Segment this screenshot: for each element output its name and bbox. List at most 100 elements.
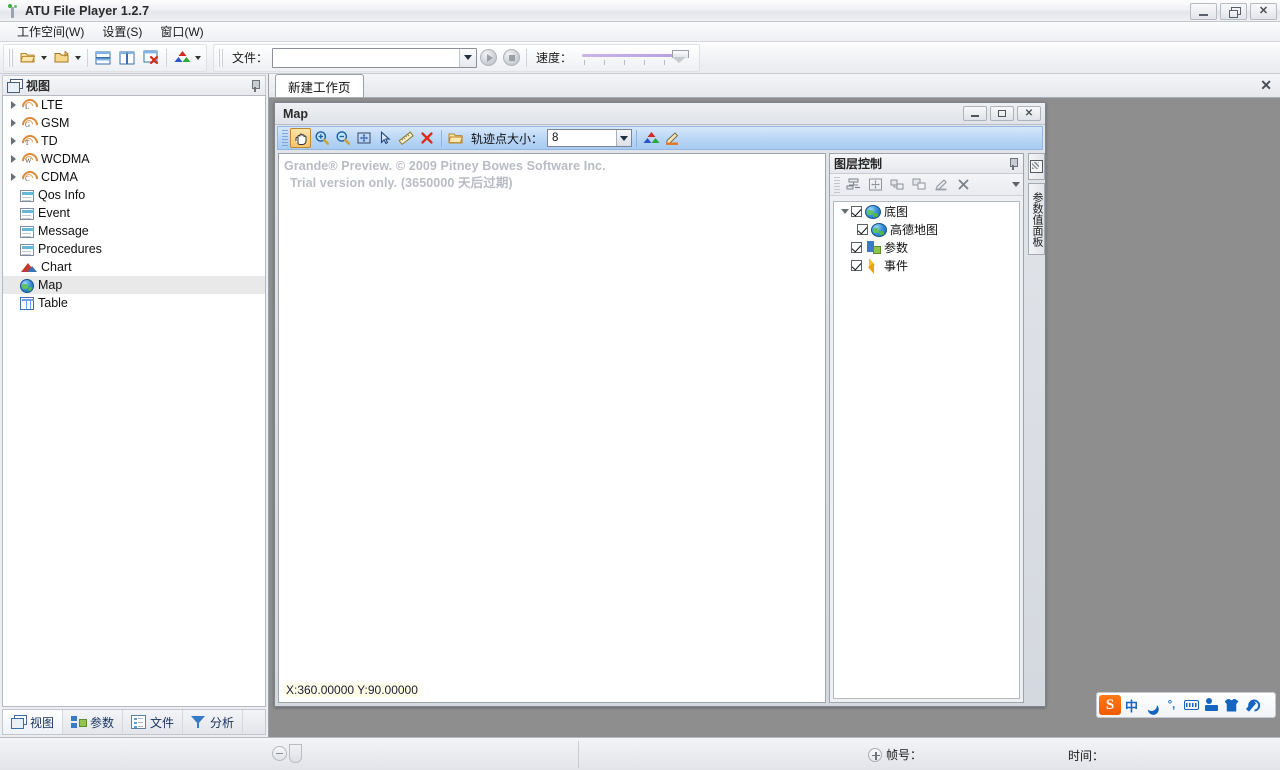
parameter-value-tab[interactable]: 参数值面板 bbox=[1028, 183, 1045, 255]
menu-workspace[interactable]: 工作空间(W) bbox=[8, 21, 93, 42]
expander-icon[interactable] bbox=[7, 135, 20, 148]
open-project-button[interactable] bbox=[50, 46, 74, 70]
point-size-dropdown-icon[interactable] bbox=[616, 130, 632, 146]
restore-button[interactable] bbox=[1220, 3, 1247, 20]
close-all-windows-button[interactable] bbox=[139, 46, 163, 70]
ime-moon-icon[interactable] bbox=[1142, 695, 1161, 715]
ime-logo-icon[interactable]: S bbox=[1099, 695, 1121, 715]
plus-circle-icon[interactable] bbox=[868, 747, 882, 762]
tile-horizontal-button[interactable] bbox=[91, 46, 115, 70]
layer-checkbox[interactable] bbox=[851, 259, 862, 271]
layer-checkbox[interactable] bbox=[857, 223, 868, 235]
map-overview-tab[interactable] bbox=[1028, 153, 1045, 180]
menu-settings[interactable]: 设置(S) bbox=[93, 21, 151, 42]
layer-toolbar-grip[interactable] bbox=[834, 176, 840, 193]
measure-tool[interactable] bbox=[395, 128, 416, 148]
zoom-in-tool[interactable] bbox=[311, 128, 332, 148]
stop-button[interactable] bbox=[503, 49, 521, 66]
layer-row-basemap[interactable]: 底图 bbox=[834, 202, 1019, 220]
workspace-tab-new-page[interactable]: 新建工作页 bbox=[275, 74, 364, 97]
play-button[interactable] bbox=[480, 49, 498, 66]
clear-tool[interactable] bbox=[416, 128, 437, 148]
slider-handle[interactable] bbox=[289, 744, 302, 763]
expander-icon[interactable] bbox=[7, 153, 20, 166]
open-layer-button[interactable] bbox=[446, 128, 467, 148]
file-combo[interactable] bbox=[272, 47, 478, 68]
tree-item-lte[interactable]: L LTE bbox=[3, 96, 265, 114]
point-size-combo[interactable]: 8 bbox=[547, 129, 633, 147]
tree-item-map[interactable]: Map bbox=[3, 276, 265, 294]
sidebar-tab-analysis[interactable]: 分析 bbox=[183, 710, 244, 734]
close-icon[interactable]: ✕ bbox=[1260, 78, 1272, 92]
color-legend-button[interactable] bbox=[641, 128, 662, 148]
expander-icon[interactable] bbox=[839, 205, 851, 217]
draw-tool-button[interactable] bbox=[662, 128, 683, 148]
menu-window[interactable]: 窗口(W) bbox=[151, 21, 212, 42]
add-layer-button[interactable] bbox=[886, 175, 908, 194]
speed-slider[interactable] bbox=[582, 47, 690, 69]
open-file-button[interactable] bbox=[16, 46, 40, 70]
view-icon bbox=[7, 79, 23, 93]
tree-item-procedures[interactable]: Procedures bbox=[3, 240, 265, 258]
tile-vertical-button[interactable] bbox=[115, 46, 139, 70]
ime-punctuation-icon[interactable]: °, bbox=[1162, 695, 1181, 715]
layer-properties-button[interactable] bbox=[842, 175, 864, 194]
radio-tower-icon: T bbox=[20, 134, 37, 149]
tree-item-event[interactable]: Event bbox=[3, 204, 265, 222]
expander-icon[interactable] bbox=[7, 117, 20, 130]
sidebar-tab-parameter[interactable]: 参数 bbox=[63, 710, 124, 734]
layer-checkbox[interactable] bbox=[851, 241, 862, 253]
style-layer-button[interactable] bbox=[930, 175, 952, 194]
ime-skin-icon[interactable] bbox=[1222, 695, 1241, 715]
layer-overflow-button[interactable] bbox=[1008, 176, 1023, 194]
tree-item-chart[interactable]: Chart bbox=[3, 258, 265, 276]
tree-item-td[interactable]: T TD bbox=[3, 132, 265, 150]
playback-grip[interactable] bbox=[218, 48, 224, 67]
open-file-dropdown-icon[interactable] bbox=[41, 55, 47, 60]
tree-item-message[interactable]: Message bbox=[3, 222, 265, 240]
ime-toolbox-icon[interactable] bbox=[1202, 695, 1221, 715]
window-controls: ✕ bbox=[1190, 3, 1277, 20]
map-toolbar-grip[interactable] bbox=[282, 130, 288, 146]
duplicate-layer-button[interactable] bbox=[908, 175, 930, 194]
tree-item-qos-info[interactable]: Qos Info bbox=[3, 186, 265, 204]
toolbar-grip[interactable] bbox=[8, 48, 14, 67]
layer-row-event[interactable]: 事件 bbox=[834, 256, 1019, 274]
color-legend-dropdown-icon[interactable] bbox=[195, 55, 201, 60]
file-input[interactable] bbox=[273, 49, 460, 66]
map-maximize-button[interactable] bbox=[990, 106, 1014, 121]
tree-item-gsm[interactable]: G GSM bbox=[3, 114, 265, 132]
tree-item-cdma[interactable]: C CDMA bbox=[3, 168, 265, 186]
ime-settings-icon[interactable] bbox=[1242, 695, 1261, 715]
sidebar-tab-view[interactable]: 视图 bbox=[3, 710, 64, 734]
pan-tool[interactable] bbox=[290, 128, 311, 148]
minimize-button[interactable] bbox=[1190, 3, 1217, 20]
map-close-button[interactable]: ✕ bbox=[1017, 106, 1041, 121]
map-canvas[interactable]: Grande® Preview. © 2009 Pitney Bowes Sof… bbox=[278, 153, 826, 703]
map-minimize-button[interactable] bbox=[963, 106, 987, 121]
select-tool[interactable] bbox=[374, 128, 395, 148]
pin-icon[interactable] bbox=[249, 79, 261, 93]
minus-circle-icon[interactable] bbox=[272, 746, 287, 761]
workspace-tab-label: 新建工作页 bbox=[288, 80, 351, 95]
tree-item-wcdma[interactable]: W WCDMA bbox=[3, 150, 265, 168]
speed-slider-handle[interactable] bbox=[672, 49, 690, 63]
layer-checkbox[interactable] bbox=[851, 205, 862, 217]
close-button[interactable]: ✕ bbox=[1250, 3, 1277, 20]
expander-icon[interactable] bbox=[7, 99, 20, 112]
ime-mode-chinese[interactable]: 中 bbox=[1122, 695, 1141, 715]
pin-icon[interactable] bbox=[1007, 157, 1019, 171]
zoom-to-fit-tool[interactable] bbox=[353, 128, 374, 148]
layer-row-amap[interactable]: 高德地图 bbox=[834, 220, 1019, 238]
open-project-dropdown-icon[interactable] bbox=[75, 55, 81, 60]
zoom-out-tool[interactable] bbox=[332, 128, 353, 148]
zoom-to-layer-button[interactable] bbox=[864, 175, 886, 194]
file-combo-dropdown[interactable] bbox=[459, 48, 477, 67]
ime-keyboard-icon[interactable] bbox=[1182, 695, 1201, 715]
layer-row-parameter[interactable]: 参数 bbox=[834, 238, 1019, 256]
expander-icon[interactable] bbox=[7, 171, 20, 184]
sidebar-tab-file[interactable]: 文件 bbox=[123, 710, 184, 734]
tree-item-table[interactable]: Table bbox=[3, 294, 265, 312]
color-legend-button[interactable] bbox=[170, 46, 194, 70]
remove-layer-button[interactable] bbox=[952, 175, 974, 194]
